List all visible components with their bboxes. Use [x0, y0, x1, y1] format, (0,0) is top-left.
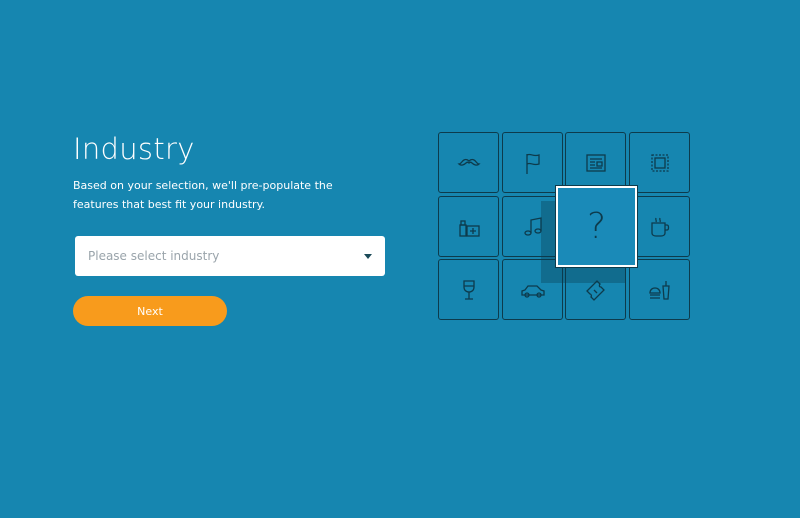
flag-icon	[502, 132, 563, 193]
newspaper-icon	[565, 132, 626, 193]
coffee-cup-icon	[629, 196, 690, 257]
page-description: Based on your selection, we'll pre-popul…	[73, 179, 333, 211]
page-title: Industry	[73, 132, 195, 166]
next-button[interactable]: Next	[73, 296, 227, 326]
pharmacy-icon	[438, 196, 499, 257]
mustache-icon	[438, 132, 499, 193]
fast-food-icon	[629, 259, 690, 320]
wine-glass-icon	[438, 259, 499, 320]
chevron-down-icon	[364, 254, 372, 259]
question-mark: ?	[586, 206, 607, 247]
industry-select[interactable]: Please select industry	[75, 236, 385, 276]
question-icon: ?	[555, 185, 638, 268]
industry-select-placeholder: Please select industry	[88, 249, 220, 263]
intro-panel: Industry Based on your selection, we'll …	[73, 132, 393, 214]
stamp-icon	[629, 132, 690, 193]
